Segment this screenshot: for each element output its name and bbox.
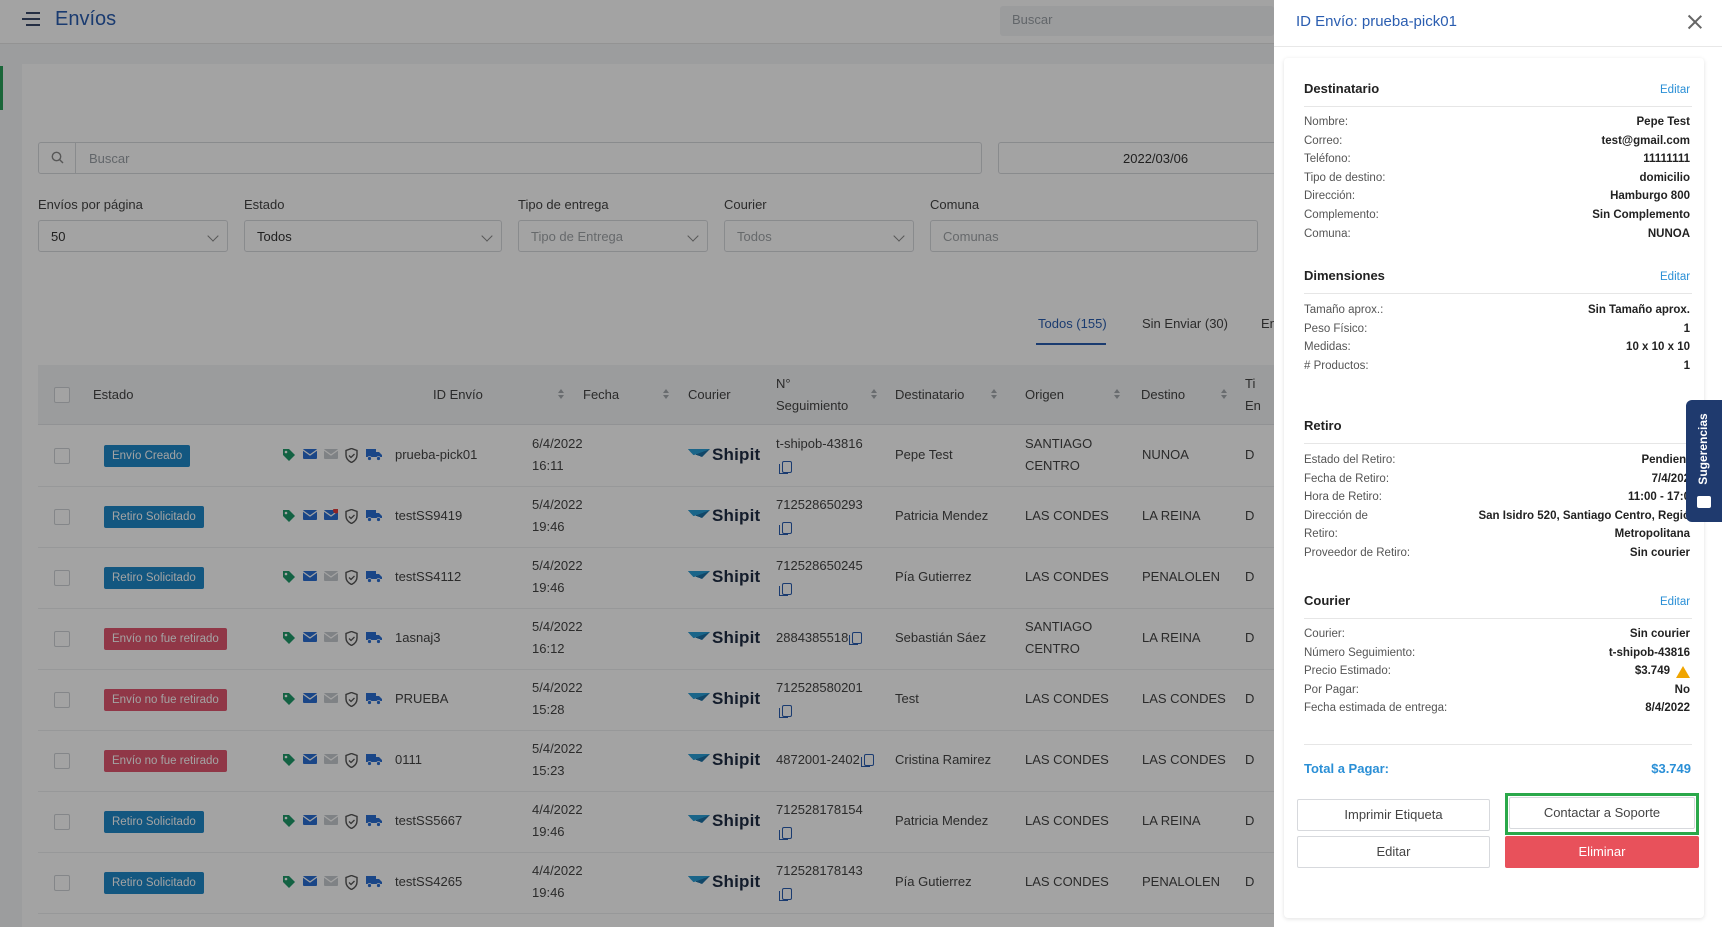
detail-card xyxy=(1284,58,1704,918)
section-divider xyxy=(1304,106,1692,107)
detail-value: 11:00 - 17:0 xyxy=(1627,491,1690,504)
edit-destinatario-link[interactable]: Editar xyxy=(1660,84,1690,96)
detail-value: 7/4/202 xyxy=(1651,472,1690,485)
detail-label: Comuna: xyxy=(1304,227,1351,240)
modal-backdrop[interactable] xyxy=(0,0,1274,927)
detail-value: Pepe Test xyxy=(1636,116,1690,128)
detail-label: Peso Físico: xyxy=(1304,322,1368,335)
detail-value: NUNOA xyxy=(1647,227,1690,240)
detail-value: Sin Tamaño aprox. xyxy=(1587,304,1690,316)
shipments-page: Envíos Buscar Buscar 2022/03/06 Envíos p… xyxy=(0,0,1274,927)
edit-courier-link[interactable]: Editar xyxy=(1660,596,1690,608)
section-divider xyxy=(1304,443,1692,444)
detail-value: Pendient xyxy=(1641,454,1690,466)
detail-label: Nombre: xyxy=(1304,116,1349,128)
delete-shipment-button[interactable]: Eliminar xyxy=(1505,836,1699,868)
total-divider xyxy=(1304,744,1692,745)
detail-label: Correo: xyxy=(1304,134,1343,147)
detail-label: Fecha de Retiro: xyxy=(1304,472,1390,485)
total-label: Total a Pagar: xyxy=(1304,761,1390,776)
warning-icon xyxy=(1676,666,1690,679)
edit-dimensiones-link[interactable]: Editar xyxy=(1660,271,1690,283)
section-title-courier: Courier xyxy=(1304,593,1351,608)
section-title-dimensiones: Dimensiones xyxy=(1304,268,1385,283)
detail-value: $3.749 xyxy=(1634,665,1670,678)
total-value: $3.749 xyxy=(1651,761,1691,776)
edit-shipment-button[interactable]: Editar xyxy=(1297,836,1490,868)
detail-label: Fecha estimada de entrega: xyxy=(1304,702,1448,715)
sugerencias-label: Sugerencias xyxy=(1696,413,1710,485)
sugerencias-tab[interactable]: Sugerencias xyxy=(1686,400,1722,522)
detail-value: t-shipob-43816 xyxy=(1608,646,1690,659)
detail-value: test@gmail.com xyxy=(1601,134,1690,147)
section-title-destinatario: Destinatario xyxy=(1304,81,1380,96)
detail-label: Courier: xyxy=(1304,628,1345,640)
detail-label: Tamaño aprox.: xyxy=(1304,304,1384,316)
detail-value: Metropolitana xyxy=(1614,528,1690,541)
detail-label: Dirección: xyxy=(1304,190,1356,203)
detail-value: 11111111 xyxy=(1643,153,1690,166)
detail-value: No xyxy=(1674,683,1690,696)
detail-label: # Productos: xyxy=(1304,359,1369,372)
detail-value: domicilio xyxy=(1639,171,1690,184)
detail-label: Número Seguimiento: xyxy=(1304,646,1416,659)
detail-value: 1 xyxy=(1683,359,1690,372)
detail-value: Hamburgo 800 xyxy=(1610,190,1690,203)
detail-label: Estado del Retiro: xyxy=(1304,454,1396,466)
support-button-highlight xyxy=(1505,793,1699,835)
detail-label: Retiro: xyxy=(1304,528,1338,541)
detail-label: Dirección de xyxy=(1304,509,1368,522)
detail-label: Teléfono: xyxy=(1304,153,1351,166)
detail-value: Sin courier xyxy=(1629,547,1690,559)
section-divider xyxy=(1304,618,1692,619)
detail-value: Sin courier xyxy=(1629,628,1690,640)
drawer-header: ID Envío: prueba-pick01 xyxy=(1274,0,1722,46)
detail-value: 10 x 10 x 10 xyxy=(1626,341,1690,354)
detail-label: Proveedor de Retiro: xyxy=(1304,547,1411,559)
detail-value: Sin Complemento xyxy=(1592,209,1690,221)
drawer-title: ID Envío: prueba-pick01 xyxy=(1296,13,1457,30)
detail-label: Tipo de destino: xyxy=(1304,171,1386,184)
detail-value: 8/4/2022 xyxy=(1645,702,1690,715)
chat-icon xyxy=(1697,496,1711,508)
close-icon[interactable] xyxy=(1687,14,1703,30)
section-divider xyxy=(1304,293,1692,294)
detail-label: Por Pagar: xyxy=(1304,683,1359,696)
detail-label: Hora de Retiro: xyxy=(1304,491,1382,504)
section-title-retiro: Retiro xyxy=(1304,418,1342,433)
divider xyxy=(1274,46,1722,47)
print-label-button[interactable]: Imprimir Etiqueta xyxy=(1297,799,1490,831)
detail-label: Complemento: xyxy=(1304,209,1379,221)
detail-value: San Isidro 520, Santiago Centro, Regió xyxy=(1478,509,1690,522)
detail-label: Precio Estimado: xyxy=(1304,665,1391,678)
detail-value: 1 xyxy=(1683,322,1690,335)
detail-label: Medidas: xyxy=(1304,341,1351,354)
